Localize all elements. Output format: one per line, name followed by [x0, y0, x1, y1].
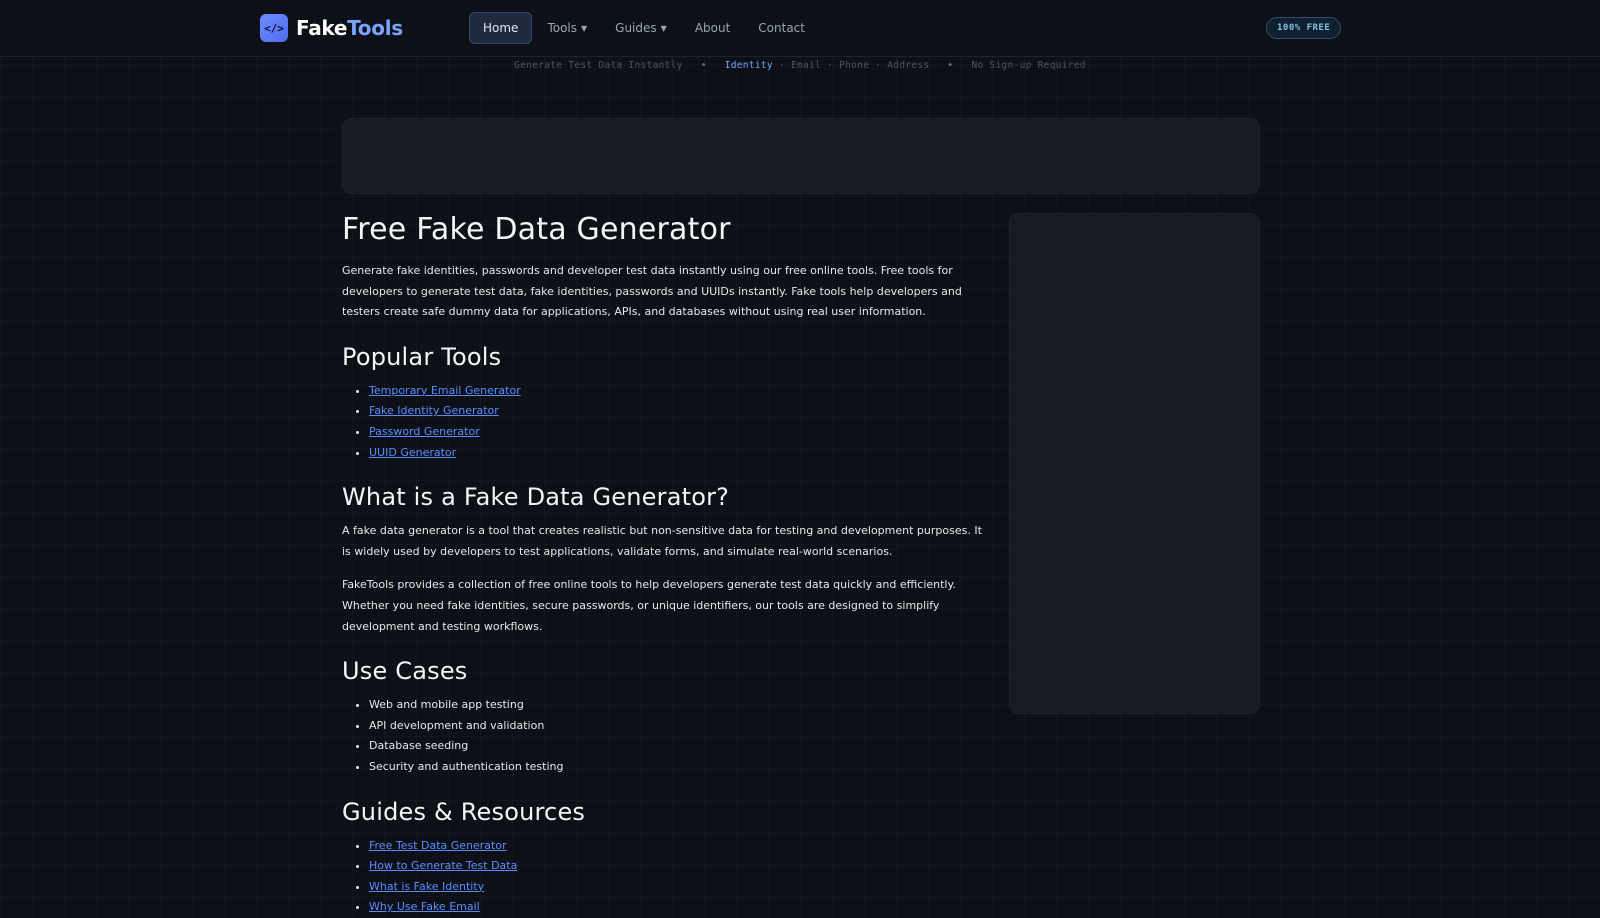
main-menu: Home Tools ▼ Guides ▼ About Contact [469, 12, 820, 44]
ticker-highlight: Identity [724, 60, 773, 71]
ticker-item: No Sign-up Required [971, 60, 1086, 71]
nav-home-link[interactable]: Home [469, 12, 533, 44]
nav-guides-dropdown[interactable]: Guides ▼ [602, 12, 680, 44]
guide-link-fake-email[interactable]: Why Use Fake Email [369, 900, 480, 913]
caret-down-icon: ▼ [660, 23, 667, 33]
code-icon: </> [260, 14, 288, 42]
top-ad-slot [342, 118, 1260, 194]
guide-link-free-test-data[interactable]: Free Test Data Generator [369, 839, 507, 852]
guide-link-how-to-generate[interactable]: How to Generate Test Data [369, 859, 517, 872]
guides-list: Free Test Data Generator How to Generate… [342, 836, 982, 918]
sidebar-ad-slot [1009, 213, 1260, 714]
list-item: How to Generate Test Data [369, 856, 982, 877]
tool-link-temporary-email[interactable]: Temporary Email Generator [369, 384, 521, 397]
page-title: Free Fake Data Generator [342, 212, 731, 247]
list-item: Database seeding [369, 736, 982, 757]
main-content: Free Fake Data Generator Generate fake i… [342, 212, 982, 918]
list-item: API development and validation [369, 716, 982, 737]
list-item: UUID Generator [369, 443, 982, 464]
use-cases-heading: Use Cases [342, 657, 468, 686]
tool-link-fake-identity[interactable]: Fake Identity Generator [369, 404, 499, 417]
nav-tools-dropdown[interactable]: Tools ▼ [534, 12, 600, 44]
tool-link-password[interactable]: Password Generator [369, 425, 480, 438]
top-navbar: </> FakeTools Home Tools ▼ Guides ▼ About … [0, 0, 1600, 57]
logo-text: FakeTools [296, 16, 403, 40]
tool-link-uuid[interactable]: UUID Generator [369, 446, 456, 459]
list-item: Temporary Email Generator [369, 381, 982, 402]
list-item: Security and authentication testing [369, 757, 982, 778]
list-item: Fake Identity Generator [369, 401, 982, 422]
what-is-paragraph-1: A fake data generator is a tool that cre… [342, 524, 982, 558]
popular-tools-list: Temporary Email Generator Fake Identity … [342, 381, 982, 463]
intro-paragraph: Generate fake identities, passwords and … [342, 264, 962, 319]
guide-link-fake-identity[interactable]: What is Fake Identity [369, 880, 484, 893]
ticker-item: Generate Test Data Instantly [514, 60, 683, 71]
list-item: Password Generator [369, 422, 982, 443]
use-cases-list: Web and mobile app testing API developme… [342, 695, 982, 777]
list-item: Web and mobile app testing [369, 695, 982, 716]
nav-contact-link[interactable]: Contact [745, 12, 818, 44]
guides-heading: Guides & Resources [342, 797, 586, 826]
caret-down-icon: ▼ [581, 23, 588, 33]
site-logo[interactable]: </> FakeTools [260, 14, 403, 42]
nav-about-link[interactable]: About [682, 12, 743, 44]
free-badge: 100% FREE [1266, 17, 1342, 39]
list-item: Why Use Fake Email [369, 897, 982, 918]
what-is-heading: What is a Fake Data Generator? [342, 483, 730, 512]
list-item: Free Test Data Generator [369, 836, 982, 857]
ticker-separator: • [700, 60, 707, 71]
popular-tools-heading: Popular Tools [342, 342, 502, 371]
ticker-separator: • [947, 60, 954, 71]
feature-ticker: Generate Test Data Instantly • Identity · … [0, 60, 1600, 71]
what-is-paragraph-2: FakeTools provides a collection of free … [342, 578, 956, 633]
ticker-item: · Email · Phone · Address [772, 60, 930, 71]
list-item: What is Fake Identity [369, 877, 982, 898]
